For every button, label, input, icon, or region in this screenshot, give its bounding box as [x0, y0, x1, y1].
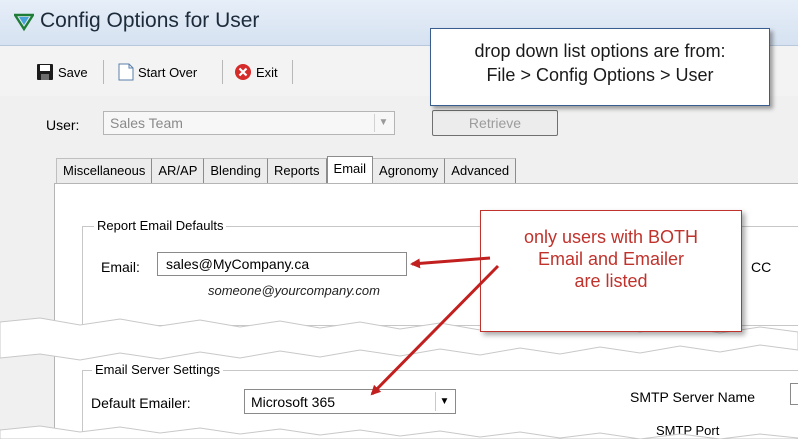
window-title: Config Options for User — [40, 9, 260, 32]
tab-strip: Miscellaneous AR/AP Blending Reports Ema… — [56, 156, 517, 184]
tab-agronomy[interactable]: Agronomy — [373, 158, 446, 184]
email-label: Email: — [101, 259, 140, 275]
tab-reports[interactable]: Reports — [268, 158, 327, 184]
save-button[interactable]: Save — [30, 59, 94, 85]
app-logo-icon — [14, 13, 34, 32]
exit-button[interactable]: Exit — [228, 59, 284, 85]
tab-ar-ap[interactable]: AR/AP — [152, 158, 205, 184]
retrieve-button[interactable]: Retrieve — [432, 110, 558, 136]
chevron-down-icon[interactable]: ▼ — [435, 392, 453, 411]
cc-label: CC — [751, 259, 772, 275]
tab-advanced[interactable]: Advanced — [445, 158, 517, 184]
default-emailer-value: Microsoft 365 — [251, 394, 336, 410]
chevron-down-icon[interactable]: ▼ — [374, 114, 392, 132]
callout-red-line3: are listed — [574, 271, 648, 291]
toolbar-separator — [292, 60, 293, 84]
floppy-disk-icon — [37, 64, 53, 80]
blank-document-icon — [118, 63, 134, 81]
callout-red-line2: Email and Emailer — [537, 249, 685, 269]
tab-email[interactable]: Email — [326, 156, 374, 184]
callout-dropdown-source: drop down list options are from: File > … — [430, 28, 770, 106]
tab-miscellaneous[interactable]: Miscellaneous — [56, 158, 153, 184]
smtp-server-name-input[interactable] — [790, 383, 798, 405]
start-over-button-label: Start Over — [138, 64, 198, 80]
toolbar-separator — [222, 60, 223, 84]
exit-button-label: Exit — [256, 64, 278, 80]
tab-blending[interactable]: Blending — [204, 158, 268, 184]
default-emailer-label: Default Emailer: — [91, 395, 191, 411]
email-input[interactable]: sales@MyCompany.ca — [157, 252, 407, 276]
user-label: User: — [46, 117, 80, 133]
default-emailer-dropdown[interactable]: Microsoft 365 ▼ — [244, 389, 456, 414]
user-dropdown[interactable]: Sales Team ▼ — [103, 111, 395, 135]
smtp-server-name-label: SMTP Server Name — [630, 389, 755, 405]
toolbar-separator — [103, 60, 104, 84]
email-hint: someone@yourcompany.com — [208, 283, 380, 298]
callout-blue-line2: File > Config Options > User — [486, 65, 714, 85]
config-options-window: Config Options for User Save Start Over — [0, 0, 798, 439]
callout-red-line1: only users with BOTH — [523, 227, 699, 247]
callout-blue-line1: drop down list options are from: — [474, 41, 726, 61]
user-dropdown-value: Sales Team — [110, 115, 183, 131]
smtp-port-label: SMTP Port — [656, 423, 720, 438]
email-server-settings-title: Email Server Settings — [92, 362, 223, 377]
start-over-button[interactable]: Start Over — [112, 59, 203, 85]
email-input-value: sales@MyCompany.ca — [166, 256, 310, 272]
close-icon — [235, 64, 251, 80]
report-email-defaults-title: Report Email Defaults — [94, 218, 227, 233]
save-button-label: Save — [58, 64, 88, 80]
callout-users-listed: only users with BOTH Email and Emailer a… — [480, 210, 742, 332]
